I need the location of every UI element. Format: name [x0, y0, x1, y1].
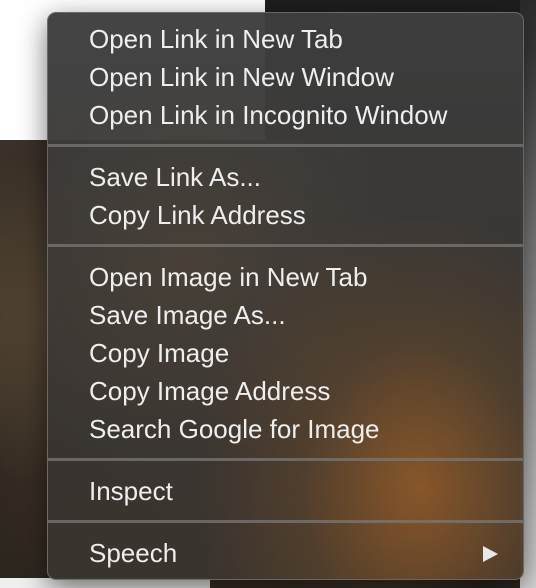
menu-item-label: Save Image As... — [89, 300, 286, 330]
menu-separator — [48, 144, 523, 147]
menu-item-open-link-new-tab[interactable]: Open Link in New Tab — [48, 20, 523, 58]
menu-item-open-link-incognito[interactable]: Open Link in Incognito Window — [48, 96, 523, 134]
menu-item-label: Copy Link Address — [89, 200, 306, 230]
context-menu: Open Link in New Tab Open Link in New Wi… — [47, 12, 524, 580]
menu-item-save-link-as[interactable]: Save Link As... — [48, 158, 523, 196]
menu-item-label: Open Image in New Tab — [89, 262, 368, 292]
menu-separator — [48, 520, 523, 523]
menu-item-label: Open Link in Incognito Window — [89, 100, 448, 130]
chevron-right-icon — [481, 534, 499, 572]
menu-item-copy-image-address[interactable]: Copy Image Address — [48, 372, 523, 410]
menu-item-label: Search Google for Image — [89, 414, 380, 444]
menu-item-label: Open Link in New Window — [89, 62, 394, 92]
menu-item-copy-link-address[interactable]: Copy Link Address — [48, 196, 523, 234]
menu-item-speech[interactable]: Speech — [48, 534, 523, 572]
menu-separator — [48, 244, 523, 247]
menu-item-save-image-as[interactable]: Save Image As... — [48, 296, 523, 334]
menu-item-label: Copy Image Address — [89, 376, 331, 406]
menu-separator — [48, 458, 523, 461]
menu-item-search-google-for-image[interactable]: Search Google for Image — [48, 410, 523, 448]
menu-item-label: Save Link As... — [89, 162, 261, 192]
menu-item-open-image-new-tab[interactable]: Open Image in New Tab — [48, 258, 523, 296]
menu-item-inspect[interactable]: Inspect — [48, 472, 523, 510]
menu-item-label: Speech — [89, 538, 178, 568]
menu-item-label: Inspect — [89, 476, 173, 506]
menu-item-open-link-new-window[interactable]: Open Link in New Window — [48, 58, 523, 96]
menu-item-label: Copy Image — [89, 338, 230, 368]
menu-item-copy-image[interactable]: Copy Image — [48, 334, 523, 372]
menu-item-label: Open Link in New Tab — [89, 24, 343, 54]
